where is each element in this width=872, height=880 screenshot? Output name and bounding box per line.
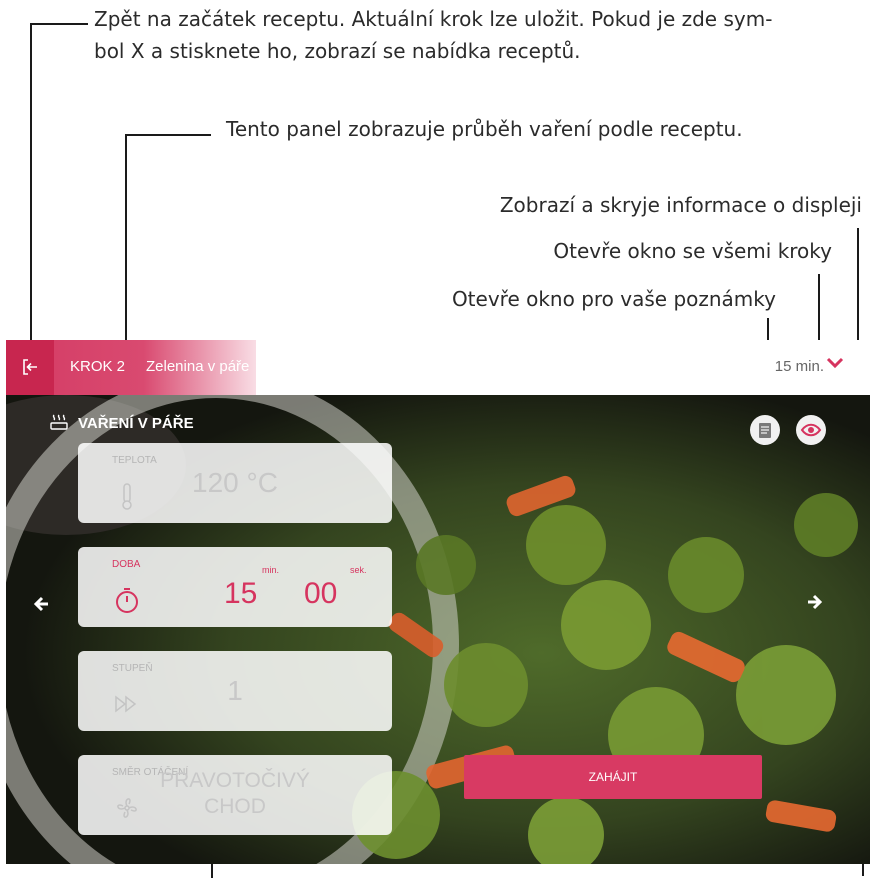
step-number: KROK 2 (70, 358, 126, 375)
start-button[interactable]: ZAHÁJIT (464, 755, 762, 799)
rotation-value-line2: CHOD (204, 795, 266, 818)
annotation-notes-window: Otevře okno pro vaše poznámky (451, 287, 776, 311)
arrow-right-icon[interactable] (806, 593, 824, 611)
notes-button[interactable] (750, 415, 780, 445)
notes-icon (759, 423, 771, 438)
leader-line (30, 23, 32, 368)
exit-button[interactable] (6, 340, 54, 395)
duration-minutes: 15 (224, 577, 258, 610)
total-time: 15 min. (774, 358, 824, 375)
timer-icon (116, 588, 138, 613)
annotation-back-line1: Zpět na začátek receptu. Aktuální krok l… (94, 7, 773, 31)
top-bar: KROK 2 Zelenina v páře 15 min. (6, 340, 870, 395)
leader-line (125, 134, 211, 136)
chevron-down-icon[interactable] (824, 352, 846, 374)
eye-icon (800, 423, 822, 437)
duration-label: DOBA (112, 559, 141, 570)
duration-card[interactable]: DOBA 15 min. 00 sek. (78, 547, 392, 627)
temperature-value: 120 °C (192, 467, 278, 498)
annotation-display-info: Zobrazí a skryje informace o displeji (499, 193, 862, 217)
exit-icon (23, 359, 37, 375)
info-toggle-button[interactable] (796, 415, 826, 445)
duration-minutes-unit: min. (262, 565, 280, 575)
rotation-card[interactable]: SMĚR OTÁČENÍ PRAVOTOČIVÝ CHOD (78, 755, 392, 835)
step-title: Zelenina v páře (146, 358, 250, 375)
cooking-panel: VAŘENÍ V PÁŘE TEPLOTA 120 °C DOBA 15 min… (6, 395, 870, 864)
level-card[interactable]: STUPEŇ 1 (78, 651, 392, 731)
steam-icon (50, 414, 68, 430)
leader-line (30, 23, 88, 25)
level-label: STUPEŇ (112, 663, 153, 674)
annotation-steps-window: Otevře okno se všemi kroky (553, 239, 832, 263)
program-title: VAŘENÍ V PÁŘE (78, 415, 194, 432)
temperature-label: TEPLOTA (112, 455, 157, 466)
annotation-back-line2: bol X a stisknete ho, zobrazí se nabídka… (94, 39, 581, 63)
annotation-panel: Tento panel zobrazuje průběh vaření podl… (226, 117, 743, 141)
level-value: 1 (227, 675, 243, 706)
rotation-value-line1: PRAVOTOČIVÝ (160, 769, 310, 792)
step-breadcrumb: KROK 2 Zelenina v páře (6, 340, 256, 395)
duration-seconds-unit: sek. (350, 565, 367, 575)
temperature-card[interactable]: TEPLOTA 120 °C (78, 443, 392, 523)
arrow-left-icon[interactable] (32, 595, 50, 613)
leader-line (125, 134, 127, 368)
leader-line (818, 274, 820, 350)
duration-seconds: 00 (304, 577, 338, 610)
